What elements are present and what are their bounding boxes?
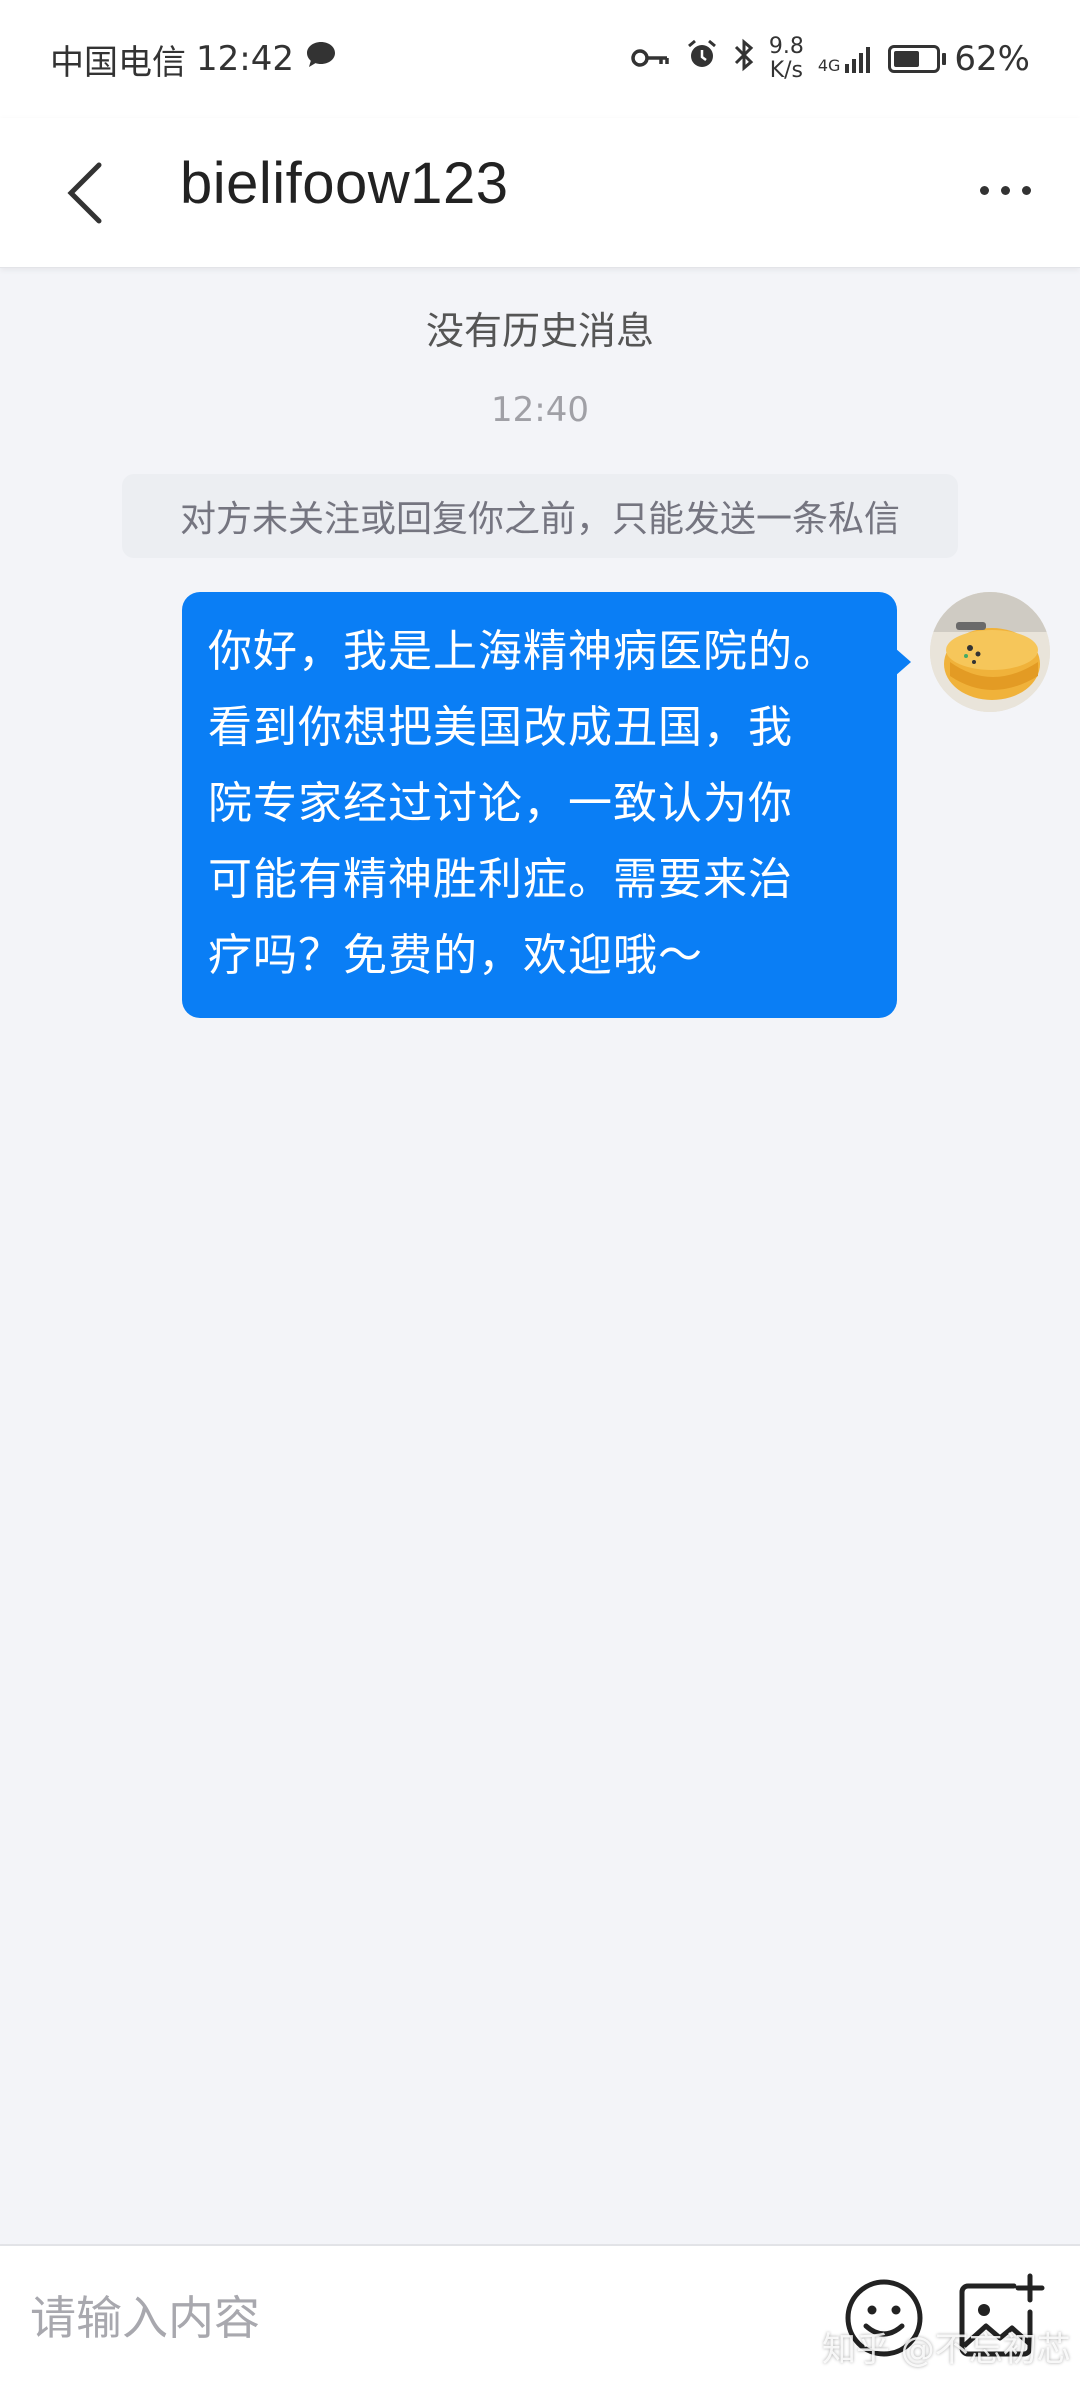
message-line: 院专家经过讨论，一致认为你 — [208, 778, 793, 829]
network-speed-unit: K/s — [769, 58, 803, 83]
watermark: 知乎 @不忘初芯 — [822, 2330, 1071, 2370]
chat-partner-name: bielifoow123 — [180, 151, 509, 216]
more-dot — [1021, 185, 1031, 195]
chat-screen: 中国电信 12:42 9.8 K/s 4G 62% bielifoow123 没… — [0, 0, 1080, 2388]
chevron-left-icon — [67, 162, 102, 224]
avatar[interactable] — [930, 592, 1050, 712]
more-options-button[interactable] — [970, 170, 1040, 210]
status-left: 中国电信 12:42 — [50, 35, 338, 84]
more-dot — [979, 185, 989, 195]
network-type-label: 4G — [817, 56, 841, 75]
clock: 12:42 — [196, 39, 294, 79]
bluetooth-icon — [733, 38, 755, 81]
message-line: 看到你想把美国改成丑国，我 — [208, 702, 793, 753]
private-message-notice: 对方未关注或回复你之前，只能发送一条私信 — [122, 474, 958, 558]
message-line: 可能有精神胜利症。需要来治 — [208, 854, 793, 905]
chat-header: bielifoow123 — [0, 118, 1080, 268]
message-notification-icon — [304, 39, 338, 80]
status-right: 9.8 K/s 4G 62% — [631, 35, 1030, 83]
battery-tip — [942, 53, 947, 65]
bubble-tail — [895, 648, 911, 676]
carrier-label: 中国电信 — [50, 42, 186, 83]
no-history-label: 没有历史消息 — [425, 309, 654, 353]
battery-icon — [888, 45, 941, 73]
status-bar: 中国电信 12:42 9.8 K/s 4G 62% — [0, 0, 1080, 118]
back-button[interactable] — [55, 158, 115, 228]
network-speed-value: 9.8 — [768, 34, 804, 59]
message-input[interactable] — [30, 2282, 790, 2354]
sent-message-bubble[interactable]: 你好，我是上海精神病医院的。 看到你想把美国改成丑国，我 院专家经过讨论，一致认… — [182, 592, 897, 1018]
battery-fill — [894, 51, 920, 67]
message-line: 疗吗？免费的，欢迎哦～ — [208, 930, 703, 981]
network-speed: 9.8 K/s — [769, 35, 804, 83]
message-timestamp: 12:40 — [491, 390, 589, 430]
cake-avatar-image — [930, 592, 1050, 712]
alarm-icon — [685, 38, 719, 81]
more-dot — [1000, 185, 1010, 195]
signal-icon: 4G — [818, 44, 875, 74]
battery-indicator: 62% — [888, 39, 1030, 79]
battery-percent: 62% — [954, 39, 1030, 79]
message-list[interactable]: 没有历史消息 12:40 对方未关注或回复你之前，只能发送一条私信 你好，我是上… — [0, 268, 1080, 2244]
vpn-key-icon — [631, 39, 671, 79]
message-line: 你好，我是上海精神病医院的。 — [208, 626, 838, 677]
